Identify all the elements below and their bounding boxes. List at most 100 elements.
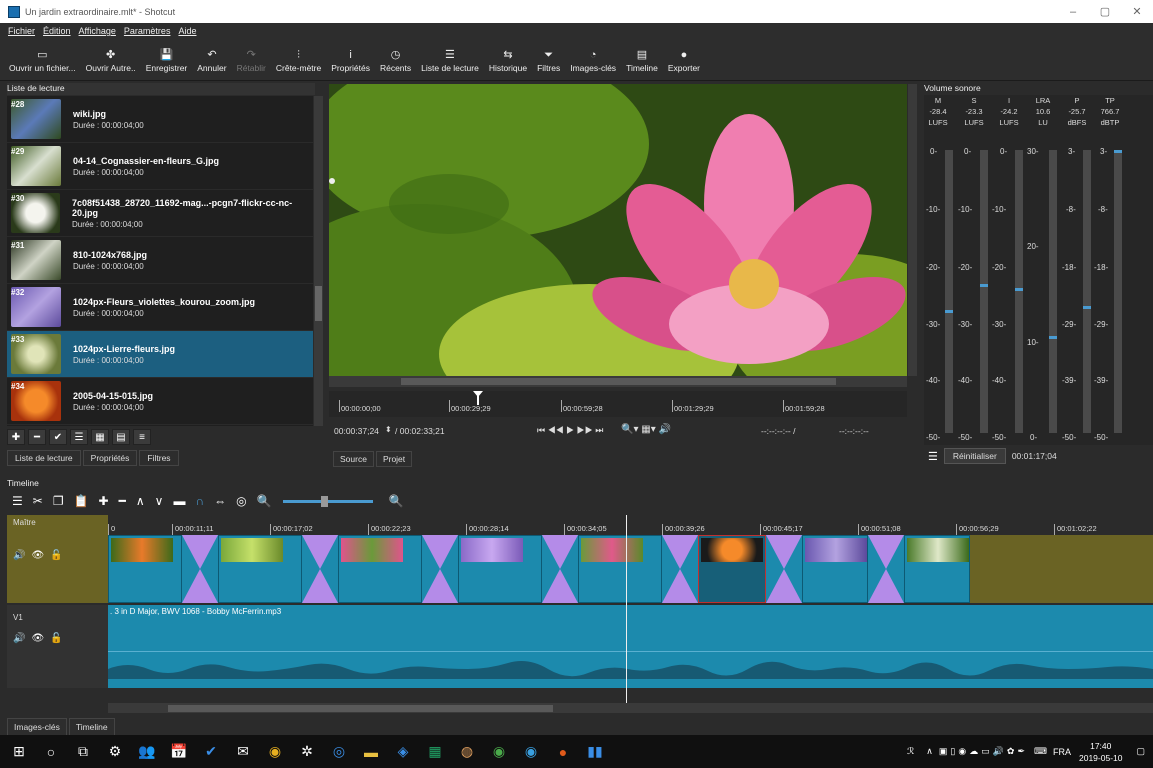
timeline-menu-icon[interactable]: ☰ — [12, 494, 23, 508]
clock[interactable]: 17:40 2019-05-10 — [1079, 740, 1122, 764]
append-icon[interactable]: ✚ — [99, 494, 109, 508]
chrome-icon[interactable]: ◉ — [484, 737, 514, 767]
transition-clip[interactable] — [302, 535, 338, 603]
close-button[interactable]: ✕ — [1121, 0, 1153, 23]
playlist-item-selected[interactable]: #33 1024px-Lierre-fleurs.jpg Durée : 00:00… — [7, 331, 313, 378]
lift-icon[interactable]: ∧ — [136, 494, 145, 508]
timeline-clip[interactable] — [904, 535, 970, 603]
scrub-icon[interactable]: ⇔ — [214, 494, 226, 508]
tray-icons[interactable]: ▣▯◉☁▭🔊✿✒ — [939, 746, 1028, 757]
task-view-icon[interactable]: ⧉ — [68, 737, 98, 767]
viewer-vertical-scrollbar[interactable] — [908, 84, 917, 376]
windows-start-icon[interactable]: ⊞ — [4, 737, 34, 767]
tab-filters[interactable]: Filtres — [139, 450, 179, 466]
export-button[interactable]: ● Exporter — [663, 39, 705, 81]
mail-icon[interactable]: ✉ — [228, 737, 258, 767]
browser-icon[interactable]: ◎ — [324, 737, 354, 767]
app-icon[interactable]: ✲ — [292, 737, 322, 767]
spinner-icon[interactable]: ⬍ — [385, 425, 392, 434]
language-indicator[interactable]: FRA — [1053, 747, 1071, 757]
app-icon[interactable]: ● — [548, 737, 578, 767]
viewer-horizontal-scrollbar[interactable] — [329, 376, 907, 387]
tab-source[interactable]: Source — [333, 451, 374, 467]
transition-clip[interactable] — [868, 535, 904, 603]
menu-parametres[interactable]: Paramètres — [124, 26, 171, 36]
paste-icon[interactable]: 📋 — [74, 494, 89, 508]
timeline-clip[interactable] — [218, 535, 302, 603]
chrome-icon[interactable]: ◉ — [516, 737, 546, 767]
timeline-clip[interactable] — [458, 535, 542, 603]
meter-menu-icon[interactable]: ☰ — [928, 450, 938, 463]
peak-meter-button[interactable]: ⫶ Crête-mètre — [271, 39, 326, 81]
playlist-item[interactable]: #31 810-1024x768.jpg Durée : 00:00:04;00 — [7, 237, 313, 284]
transition-clip[interactable] — [542, 535, 578, 603]
notification-icon[interactable]: ▢ — [1136, 746, 1145, 757]
search-icon[interactable]: ○ — [36, 737, 66, 767]
master-track-header[interactable]: Maître 🔊👁🔓 — [7, 515, 108, 603]
playlist-item[interactable]: #34 2005-04-15-015.jpg Durée : 00:00:04;00 — [7, 378, 313, 425]
redo-button[interactable]: ↷ Rétablir — [232, 39, 271, 81]
position-timecode[interactable]: 00:00:37;24 — [334, 426, 379, 436]
recent-button[interactable]: ◷ Récents — [375, 39, 416, 81]
menu-icon[interactable]: ≡ — [133, 429, 151, 445]
timeline-playhead[interactable] — [626, 515, 627, 703]
menu-aide[interactable]: Aide — [178, 26, 196, 36]
timeline-button[interactable]: ▤ Timeline — [621, 39, 663, 81]
minimize-button[interactable]: – — [1057, 0, 1089, 23]
history-button[interactable]: ⇆ Historique — [484, 39, 532, 81]
overwrite-icon[interactable]: ∨ — [155, 494, 164, 508]
people-icon[interactable]: 👥 — [132, 737, 162, 767]
undo-button[interactable]: ↶ Annuler — [192, 39, 231, 81]
video-preview[interactable] — [329, 84, 907, 376]
todo-icon[interactable]: ✔ — [196, 737, 226, 767]
playlist-item[interactable]: #28 wiki.jpg Durée : 00:00:04;00 — [7, 96, 313, 143]
menu-affichage[interactable]: Affichage — [79, 26, 116, 36]
playlist-item[interactable]: #32 1024px-Fleurs_violettes_kourou_zoom.j… — [7, 284, 313, 331]
ripple-delete-icon[interactable]: ━ — [119, 494, 126, 508]
remove-icon[interactable]: ━ — [28, 429, 46, 445]
timeline-scrollbar[interactable] — [108, 703, 1153, 713]
playlist-scrollbar[interactable] — [314, 96, 323, 426]
audio-track[interactable]: . 3 in D Major, BWV 1068 - Bobby McFerri… — [108, 605, 1153, 688]
properties-button[interactable]: i Propriétés — [326, 39, 375, 81]
ripple-icon[interactable]: ◎ — [236, 494, 246, 508]
copy-icon[interactable]: ❐ — [53, 494, 64, 508]
track-controls-icons[interactable]: 🔊👁🔓 — [13, 550, 69, 561]
transition-clip[interactable] — [182, 535, 218, 603]
playlist[interactable]: #28 wiki.jpg Durée : 00:00:04;00 #29 04-14_… — [7, 96, 313, 426]
tab-project[interactable]: Projet — [375, 451, 413, 467]
person-icon[interactable]: ℛ — [907, 746, 914, 757]
timeline-clip-selected[interactable] — [698, 535, 766, 603]
open-file-button[interactable]: ▭ Ouvrir un fichier... — [4, 39, 81, 81]
timeline-clip[interactable] — [802, 535, 868, 603]
timeline-ruler[interactable]: 0 00:00:11;11 00:00:17;02 00:00:22;23 00… — [108, 515, 1153, 535]
update-icon[interactable]: ✔ — [49, 429, 67, 445]
zoom-out-icon[interactable]: 🔍 — [257, 494, 272, 508]
settings-icon[interactable]: ⚙ — [100, 737, 130, 767]
reset-button[interactable]: Réinitialiser — [943, 448, 1006, 464]
snap-icon[interactable]: ∩ — [195, 494, 204, 508]
app-icon[interactable]: ◍ — [452, 737, 482, 767]
playlist-button[interactable]: ☰ Liste de lecture — [416, 39, 484, 81]
track-controls-icons[interactable]: 🔊👁🔓 — [13, 633, 69, 644]
filters-button[interactable]: ⏷ Filtres — [532, 39, 565, 81]
playlist-item[interactable]: #30 7c08f51438_28720_11692-mag...-pcgn7-f… — [7, 190, 313, 237]
transition-clip[interactable] — [662, 535, 698, 603]
timeline-clip[interactable] — [578, 535, 662, 603]
maximize-button[interactable]: ▢ — [1089, 0, 1121, 23]
zoom-in-icon[interactable]: 🔍 — [389, 494, 404, 508]
v1-track-header[interactable]: V1 🔊👁🔓 — [7, 605, 108, 688]
tray-arrow-icon[interactable]: ∧ — [926, 746, 933, 757]
open-other-button[interactable]: ✤ Ouvrir Autre.. — [81, 39, 141, 81]
keyboard-icon[interactable]: ⌨ — [1034, 746, 1047, 757]
keyframes-button[interactable]: ◔ Images-clés — [565, 39, 621, 81]
tab-keyframes[interactable]: Images-clés — [7, 718, 67, 736]
viewer-time-ruler[interactable]: 00:00:00;00 00:00:29;29 00:00:59;28 00:0… — [329, 391, 907, 417]
timeline-clip[interactable] — [108, 535, 182, 603]
chrome-icon[interactable]: ◉ — [260, 737, 290, 767]
playlist-item[interactable]: #29 04-14_Cognassier-en-fleurs_G.jpg Durée… — [7, 143, 313, 190]
file-explorer-icon[interactable]: ▬ — [356, 737, 386, 767]
tab-properties[interactable]: Propriétés — [82, 450, 138, 466]
zoom-slider[interactable] — [282, 495, 373, 507]
menu-fichier[interactable]: Fichier — [8, 26, 35, 36]
